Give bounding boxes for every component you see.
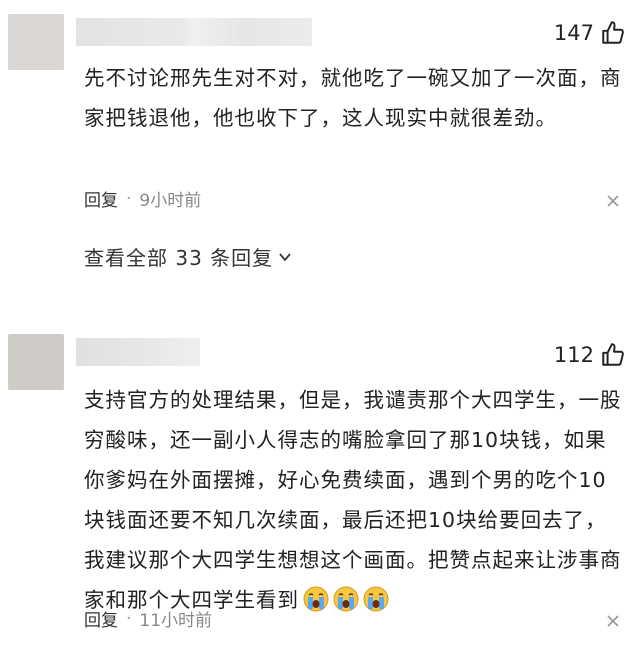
like-count[interactable]: 112 xyxy=(554,342,626,368)
close-x-icon[interactable] xyxy=(606,194,620,208)
crying-face-emoji xyxy=(363,586,389,612)
chevron-down-icon xyxy=(279,252,291,261)
avatar[interactable] xyxy=(8,334,64,390)
view-all-replies-label: 查看全部 33 条回复 xyxy=(84,246,274,270)
like-count-label: 112 xyxy=(553,343,594,367)
reply-button[interactable]: 回复 xyxy=(84,606,118,631)
thumbs-up-icon[interactable] xyxy=(600,20,626,46)
crying-face-emoji xyxy=(333,586,359,612)
separator: · xyxy=(126,608,132,629)
like-count[interactable]: 147 xyxy=(554,20,626,46)
username-blurred[interactable] xyxy=(76,18,312,46)
timestamp: 9小时前 xyxy=(139,191,202,211)
comment-1: 147 先不讨论邢先生对不对，就他吃了一碗又加了一次面，商家把钱退他，他也收下了… xyxy=(0,0,640,300)
username-blurred[interactable] xyxy=(76,338,200,366)
separator: · xyxy=(126,188,132,209)
crying-face-emoji xyxy=(303,586,329,612)
view-all-replies-button[interactable]: 查看全部 33 条回复 xyxy=(84,242,293,271)
avatar[interactable] xyxy=(8,14,64,70)
comment-meta: 回复 · 11小时前 xyxy=(84,606,213,632)
timestamp: 11小时前 xyxy=(139,611,213,631)
comment-text: 先不讨论邢先生对不对，就他吃了一碗又加了一次面，商家把钱退他，他也收下了，这人现… xyxy=(84,66,622,130)
comment-text: 支持官方的处理结果，但是，我谴责那个大四学生，一股穷酸味，还一副小人得志的嘴脸拿… xyxy=(84,380,624,620)
comment-2: 112 支持官方的处理结果，但是，我谴责那个大四学生，一股穷酸味，还一副小人得志… xyxy=(0,320,640,660)
close-x-icon[interactable] xyxy=(606,614,620,628)
comment-text-content: 支持官方的处理结果，但是，我谴责那个大四学生，一股穷酸味，还一副小人得志的嘴脸拿… xyxy=(84,388,622,612)
comment-meta: 回复 · 9小时前 xyxy=(84,186,202,212)
like-count-label: 147 xyxy=(553,21,594,45)
thumbs-up-icon[interactable] xyxy=(600,342,626,368)
reply-button[interactable]: 回复 xyxy=(84,186,118,211)
